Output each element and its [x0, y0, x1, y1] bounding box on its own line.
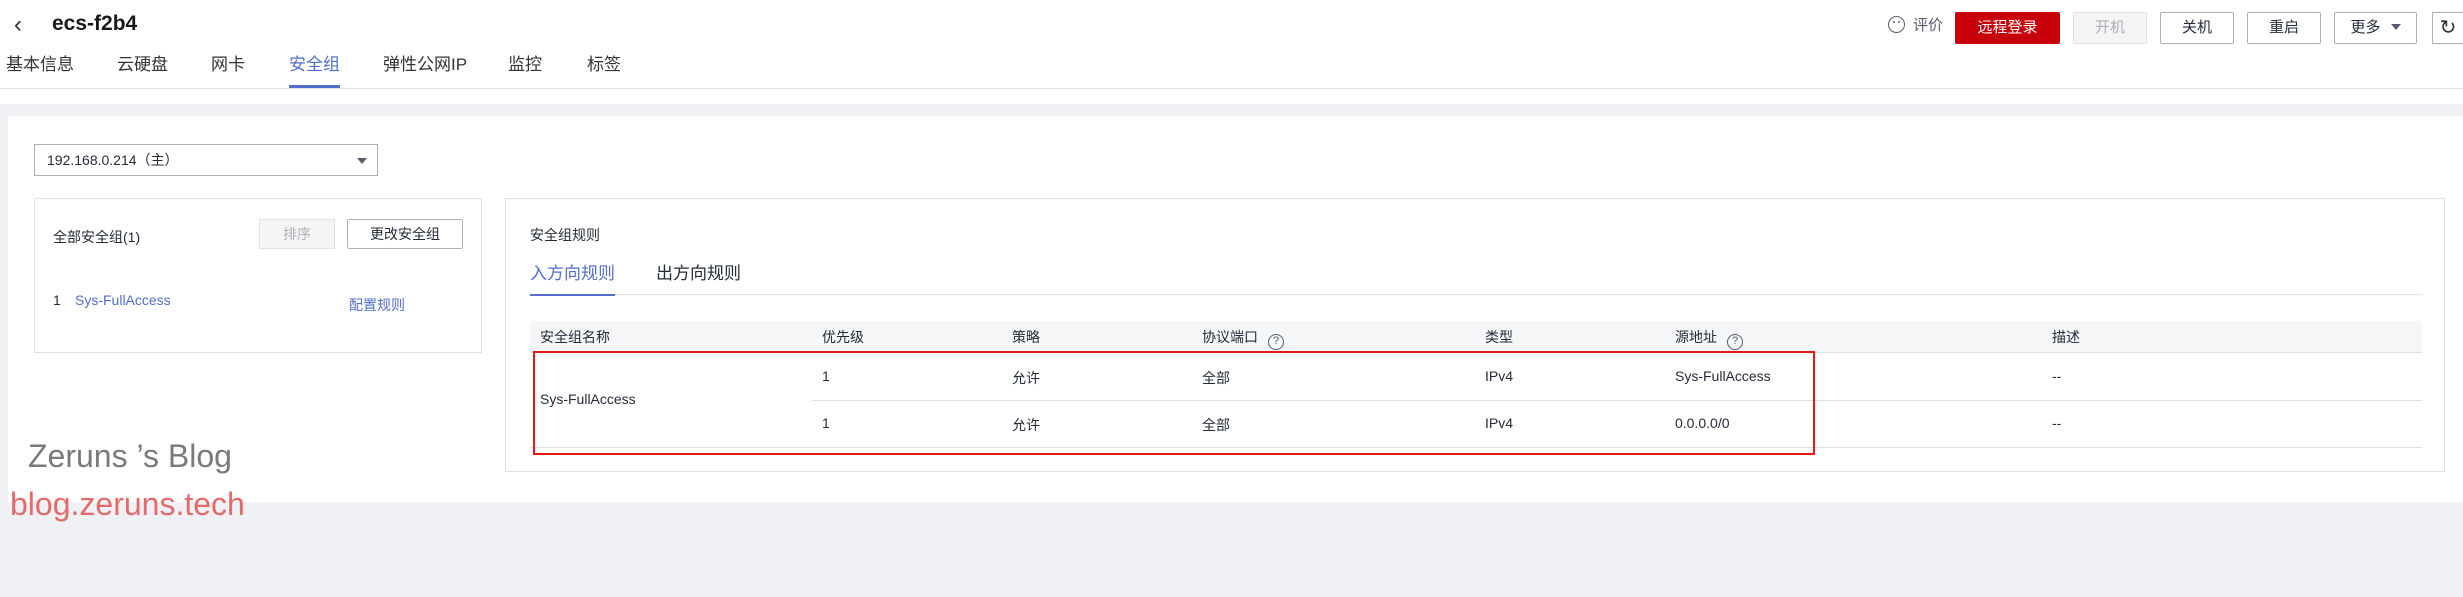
refresh-icon[interactable]: ↻	[2432, 12, 2463, 44]
watermark-url: blog.zeruns.tech	[10, 486, 245, 522]
security-group-link[interactable]: Sys-FullAccess	[75, 292, 171, 308]
column-header: 协议端口?	[1202, 321, 1284, 353]
restart-button[interactable]: 重启	[2247, 12, 2321, 44]
smile-icon	[1888, 16, 1905, 33]
tab-tags[interactable]: 标签	[587, 52, 621, 88]
tab-security-groups[interactable]: 安全组	[289, 52, 340, 88]
column-header: 安全组名称	[540, 329, 610, 345]
change-security-group-button[interactable]: 更改安全组	[347, 219, 463, 249]
tab-inbound-rules[interactable]: 入方向规则	[530, 263, 615, 296]
page-header: ‹ ecs-f2b4 评价 远程登录 开机 关机 重启 更多 ↻ 基本信息 云硬…	[0, 0, 2463, 104]
direction-tabs: 入方向规则 出方向规则	[530, 263, 2422, 296]
sort-button[interactable]: 排序	[259, 219, 335, 249]
nic-select[interactable]: 192.168.0.214（主）	[34, 144, 378, 176]
page-title: ecs-f2b4	[52, 12, 138, 35]
tab-outbound-rules[interactable]: 出方向规则	[656, 263, 741, 295]
column-header: 源地址?	[1675, 321, 1743, 353]
caret-down-icon	[2390, 24, 2401, 30]
column-header-label: 源地址	[1675, 329, 1717, 345]
description-cell: --	[2052, 415, 2062, 431]
tab-nics[interactable]: 网卡	[211, 52, 245, 88]
column-header-label: 协议端口	[1202, 329, 1258, 345]
question-circle-icon[interactable]: ?	[1268, 334, 1284, 350]
tab-disks[interactable]: 云硬盘	[117, 52, 168, 88]
power-on-button[interactable]: 开机	[2073, 12, 2147, 44]
rate-label: 评价	[1913, 17, 1944, 34]
tab-basic-info[interactable]: 基本信息	[6, 52, 74, 88]
question-circle-icon[interactable]: ?	[1727, 334, 1743, 350]
nic-select-value: 192.168.0.214（主）	[47, 152, 179, 168]
more-button[interactable]: 更多	[2334, 12, 2417, 44]
tab-monitoring[interactable]: 监控	[508, 52, 542, 88]
divider	[0, 88, 2463, 89]
column-header: 类型	[1485, 329, 1513, 345]
security-group-list-card: 全部安全组(1) 排序 更改安全组 1 Sys-FullAccess 配置规则	[34, 198, 482, 353]
table-header: 安全组名称 优先级 策略 协议端口? 类型 源地址? 描述	[530, 321, 2422, 353]
rules-title: 安全组规则	[530, 227, 600, 243]
configure-rules-link[interactable]: 配置规则	[349, 295, 405, 315]
power-off-button[interactable]: 关机	[2160, 12, 2234, 44]
rate-link[interactable]: 评价	[1888, 14, 1943, 35]
watermark-title: Zeruns ’s Blog	[28, 438, 232, 474]
security-group-count: 全部安全组(1)	[53, 229, 141, 245]
highlight-box	[533, 351, 1815, 455]
description-cell: --	[2052, 368, 2062, 384]
column-header: 策略	[1012, 329, 1040, 345]
chevron-left-icon[interactable]: ‹	[14, 12, 34, 38]
column-header: 优先级	[822, 329, 864, 345]
remote-login-button[interactable]: 远程登录	[1955, 12, 2060, 44]
caret-down-icon	[357, 158, 367, 164]
column-header: 描述	[2052, 329, 2080, 345]
tab-eip[interactable]: 弹性公网IP	[383, 52, 467, 88]
list-item-index: 1	[53, 292, 61, 308]
more-label: 更多	[2350, 19, 2381, 36]
